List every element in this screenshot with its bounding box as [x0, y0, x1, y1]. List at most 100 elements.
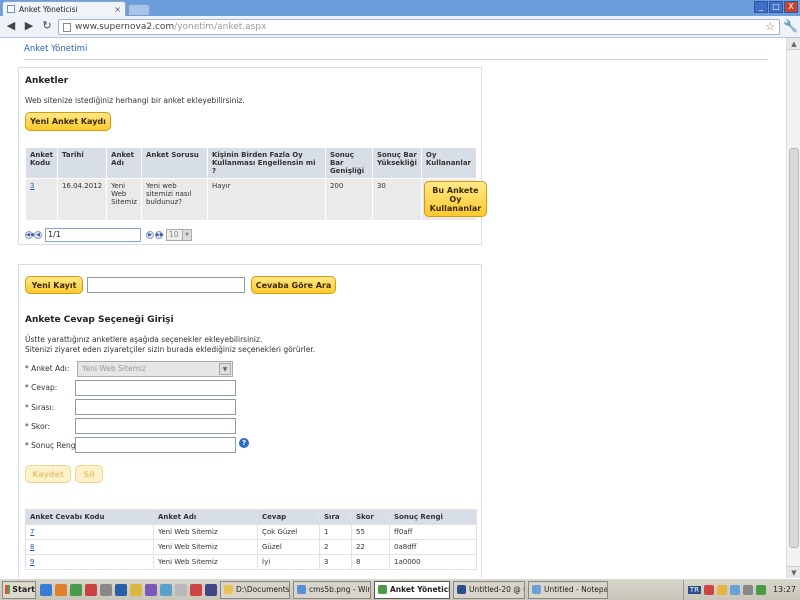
browser-tab[interactable]: Anket Yöneticisi × — [2, 1, 126, 16]
page-icon — [63, 23, 71, 32]
col-answer-text: Cevap — [257, 509, 320, 525]
answers-table: Anket Cevabı Kodu Anket Adı Cevap Sıra S… — [25, 509, 477, 570]
scroll-thumb[interactable] — [789, 148, 799, 548]
scroll-up-icon[interactable]: ▲ — [787, 38, 800, 50]
scroll-down-icon[interactable]: ▼ — [787, 566, 800, 578]
language-indicator[interactable]: TR — [687, 585, 701, 594]
taskbar-item-documents[interactable]: D:\Documents a... — [220, 580, 290, 599]
taskbar-clock: 13:27 — [772, 585, 796, 594]
label-color: * Sonuç Rengi: — [25, 441, 81, 450]
answer-code-link[interactable]: 7 — [30, 528, 34, 536]
answer-survey: Yeni Web Sitemiz — [153, 524, 258, 540]
pager-next-icon[interactable]: ▶ — [146, 231, 154, 239]
answer-code-link[interactable]: 8 — [30, 543, 34, 551]
app-icon[interactable] — [205, 583, 217, 596]
pager-last-icon[interactable]: ▶▶ — [155, 231, 164, 239]
table-row: 3 16.04.2012 Yeni Web Sitemiz Yeni web s… — [25, 178, 487, 221]
chevron-down-icon: ▼ — [219, 363, 231, 375]
system-tray: TR 13:27 — [682, 579, 800, 600]
app-icon[interactable] — [160, 583, 172, 596]
close-window-button[interactable]: X — [784, 1, 798, 13]
page-header: Anket Yönetimi — [24, 44, 88, 54]
back-arrow-icon[interactable]: ◀ — [4, 19, 18, 33]
app-icon[interactable] — [130, 583, 142, 596]
save-button[interactable]: Kaydet — [25, 465, 71, 483]
app-icon[interactable] — [145, 583, 157, 596]
answer-field[interactable] — [75, 380, 236, 396]
survey-voters-button[interactable]: Bu Ankete Oy Kullananlar — [423, 181, 487, 217]
answers-table-header: Anket Cevabı Kodu Anket Adı Cevap Sıra S… — [25, 509, 477, 525]
taskbar-item-photoshop[interactable]: Untitled-20 @ 6... — [453, 580, 525, 599]
taskbar-item-notepad[interactable]: Untitled - Notepad — [528, 580, 608, 599]
tray-app-icon[interactable] — [703, 584, 714, 595]
chevron-down-icon: ▼ — [182, 230, 191, 240]
survey-name: Yeni Web Sitemiz — [106, 178, 142, 221]
tab-close-icon[interactable]: × — [114, 5, 121, 14]
app-icon[interactable] — [115, 583, 127, 596]
windows-taskbar: Start D:\Documents a... cms5b.png - Win.… — [0, 578, 800, 600]
window-controls: _ □ X — [754, 1, 798, 13]
survey-name-select[interactable]: Yeni Web Sitemiz ▼ — [77, 361, 233, 377]
answer-form-desc-2: Sitenizi ziyaret eden ziyaretçiler sizin… — [25, 345, 316, 354]
start-button[interactable]: Start — [2, 580, 36, 599]
app-icon[interactable] — [190, 583, 202, 596]
new-answer-button[interactable]: Yeni Kayıt — [25, 276, 83, 294]
answer-order: 3 — [319, 554, 352, 570]
answer-form-title: Ankete Cevap Seçeneği Girişi — [25, 315, 174, 325]
pager-first-icon[interactable]: ◀◀ — [25, 231, 34, 239]
col-answer-order: Sıra — [319, 509, 352, 525]
app-icon[interactable] — [85, 583, 97, 596]
label-score: * Skor: — [25, 422, 51, 431]
firefox-icon[interactable] — [55, 583, 67, 596]
tray-app-icon[interactable] — [755, 584, 766, 595]
survey-code-link[interactable]: 3 — [30, 182, 34, 190]
minimize-button[interactable]: _ — [754, 1, 768, 13]
tray-app-icon[interactable] — [742, 584, 753, 595]
answer-color: 0a8dff — [389, 539, 477, 555]
address-bar[interactable]: www.supernova2.com/yonetim/anket.aspx ☆ — [58, 19, 780, 35]
desktop-icon[interactable] — [40, 583, 52, 596]
survey-bar-height: 30 — [371, 178, 422, 221]
table-row: 7 Yeni Web Sitemiz Çok Güzel 1 55 ff0aff — [25, 524, 477, 540]
pager-page-input[interactable]: 1/1 — [45, 228, 141, 242]
page-favicon-icon — [7, 5, 15, 13]
header-divider — [24, 59, 768, 60]
app-icon[interactable] — [100, 583, 112, 596]
chrome-icon[interactable] — [70, 583, 82, 596]
new-survey-button[interactable]: Yeni Anket Kaydı — [25, 112, 111, 131]
surveys-pager: ◀◀ ◀ 1/1 ▶ ▶▶ 10 ▼ — [25, 228, 192, 242]
browser-tabbar: Anket Yöneticisi × _ □ X — [0, 0, 800, 16]
search-by-answer-button[interactable]: Cevaba Göre Ara — [251, 276, 336, 294]
page-scrollbar[interactable]: ▲ ▼ — [786, 38, 800, 578]
pager-prev-icon[interactable]: ◀ — [34, 231, 42, 239]
color-field[interactable] — [75, 437, 236, 453]
answer-text: Güzel — [257, 539, 320, 555]
surveys-description: Web sitenize istediğiniz herhangi bir an… — [25, 96, 245, 105]
new-tab-button[interactable] — [128, 4, 150, 15]
forward-arrow-icon[interactable]: ▶ — [22, 19, 36, 33]
answer-code-link[interactable]: 9 — [30, 558, 34, 566]
answer-search-input[interactable] — [87, 277, 245, 293]
tray-app-icon[interactable] — [729, 584, 740, 595]
quick-launch — [40, 583, 217, 596]
col-answer-score: Skor — [351, 509, 390, 525]
col-bar-width: Sonuç Bar Genişliği — [324, 147, 373, 179]
pager-size-select[interactable]: 10 ▼ — [166, 229, 192, 241]
survey-name-select-value: Yeni Web Sitemiz — [82, 364, 146, 373]
answers-panel: Yeni Kayıt Cevaba Göre Ara Ankete Cevap … — [18, 264, 482, 578]
delete-button[interactable]: Sil — [75, 465, 103, 483]
bookmark-star-icon[interactable]: ☆ — [765, 20, 775, 33]
chrome-icon — [378, 585, 387, 594]
help-icon[interactable]: ? — [239, 438, 249, 448]
maximize-button[interactable]: □ — [769, 1, 783, 13]
tray-app-icon[interactable] — [716, 584, 727, 595]
score-field[interactable] — [75, 418, 236, 434]
wrench-menu-icon[interactable]: 🔧 — [783, 19, 798, 33]
taskbar-item-image-viewer[interactable]: cms5b.png - Win... — [293, 580, 371, 599]
answer-color: ff0aff — [389, 524, 477, 540]
taskbar-item-browser[interactable]: Anket Yöneticisi... — [374, 580, 450, 599]
page-viewport: Anket Yönetimi Anketler Web sitenize ist… — [0, 38, 786, 578]
app-icon[interactable] — [175, 583, 187, 596]
order-field[interactable] — [75, 399, 236, 415]
reload-icon[interactable]: ↻ — [40, 19, 54, 33]
